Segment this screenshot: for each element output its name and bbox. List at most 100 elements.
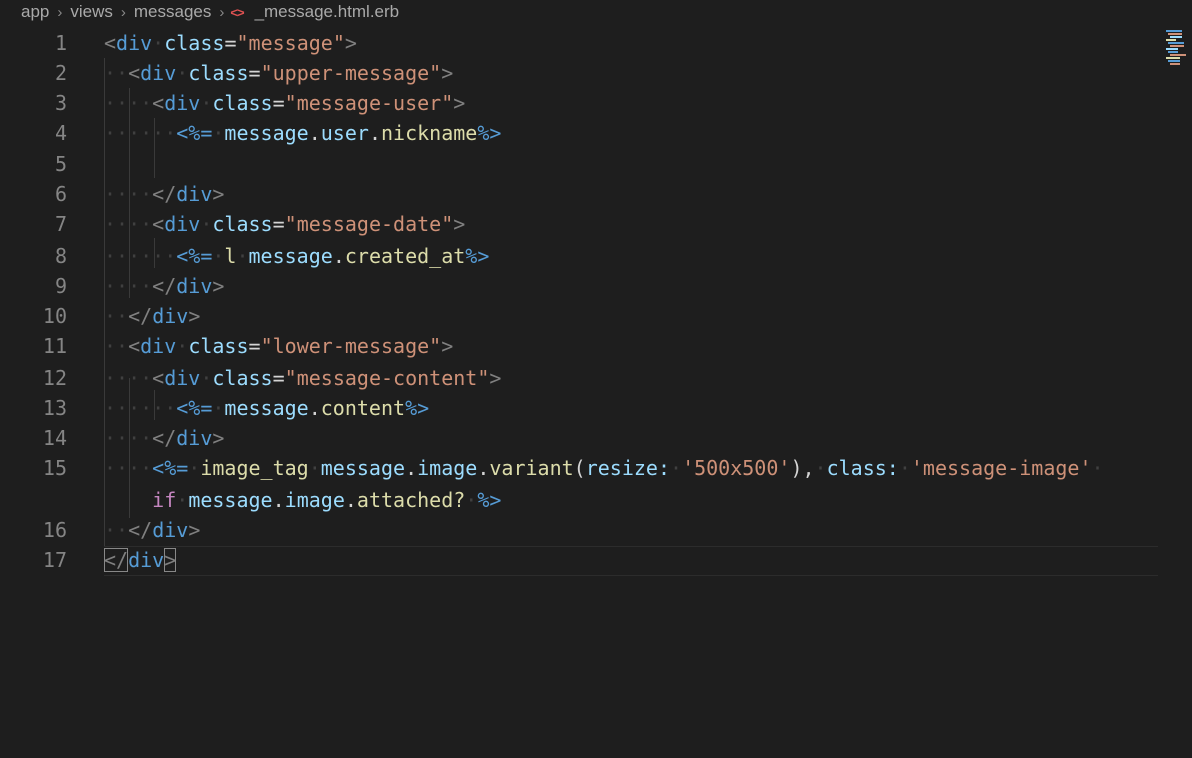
breadcrumb-item-app[interactable]: app — [0, 2, 52, 22]
minimap-line — [1170, 54, 1186, 56]
whitespace-marker: ······ — [104, 121, 177, 145]
code-token: > — [212, 426, 225, 450]
minimap-line — [1170, 36, 1182, 38]
code-token: > — [441, 334, 454, 358]
code-token: . — [405, 456, 418, 480]
whitespace-marker: ······ — [104, 244, 177, 268]
code-token: %> — [477, 488, 502, 512]
code-token: </ — [128, 518, 153, 542]
code-token: <%= — [176, 396, 213, 420]
code-editor[interactable]: 1 <div·class="message"> 2 ··<div·class="upp… — [0, 28, 1192, 758]
code-token: > — [212, 274, 225, 298]
code-text: ····<div·class="message-date"> — [104, 209, 465, 239]
whitespace-marker: ···· — [104, 366, 153, 390]
whitespace-marker: · — [200, 366, 213, 390]
code-text: <div·class="message"> — [104, 28, 357, 58]
line-number: 16 — [42, 518, 67, 542]
breadcrumb: app › views › messages › <> _message.htm… — [0, 0, 1192, 24]
code-token: = — [248, 334, 261, 358]
code-token: message — [320, 456, 406, 480]
code-token: "message" — [236, 31, 345, 55]
line-number: 4 — [54, 121, 67, 145]
code-token: div — [176, 274, 213, 298]
code-token: div — [128, 548, 165, 572]
line-number: 6 — [54, 182, 67, 206]
code-token: image — [284, 488, 345, 512]
minimap-line — [1168, 33, 1182, 35]
code-token: </ — [128, 304, 153, 328]
line-number: 8 — [54, 244, 67, 268]
minimap-line — [1170, 45, 1184, 47]
code-token: image — [417, 456, 478, 480]
code-token: . — [477, 456, 490, 480]
code-token: <%= — [152, 456, 189, 480]
code-token: = — [272, 91, 285, 115]
code-token: nickname — [380, 121, 478, 145]
whitespace-marker: ···· — [104, 456, 153, 480]
whitespace-marker: ·· — [104, 304, 129, 328]
whitespace-marker: ···· — [104, 212, 153, 236]
code-token: div — [140, 334, 177, 358]
code-token: ( — [573, 456, 586, 480]
line-number: 12 — [42, 366, 67, 390]
code-token: > — [441, 61, 454, 85]
code-token: user — [320, 121, 369, 145]
whitespace-marker: ···· — [104, 426, 153, 450]
code-token: 'message-image' — [910, 456, 1092, 480]
line-number: 14 — [42, 426, 67, 450]
code-text: </div> — [104, 545, 177, 575]
whitespace-marker: · — [212, 396, 225, 420]
code-token: resize: — [585, 456, 671, 480]
code-token: div — [164, 91, 201, 115]
code-token: < — [152, 366, 165, 390]
breadcrumb-item-file[interactable]: _message.html.erb — [252, 2, 403, 22]
whitespace-marker: ···· — [104, 91, 153, 115]
whitespace-marker: · — [898, 456, 911, 480]
breadcrumb-item-messages[interactable]: messages — [131, 2, 214, 22]
html-file-icon: <> — [230, 4, 244, 20]
code-token: div — [116, 31, 153, 55]
code-token: div — [152, 304, 189, 328]
code-token: div — [164, 366, 201, 390]
code-token: message — [224, 121, 309, 145]
code-token: </ — [152, 426, 177, 450]
code-text: ··<div·class="lower-message"> — [104, 331, 453, 361]
line-number: 7 — [54, 212, 67, 236]
breadcrumb-item-views[interactable]: views — [67, 2, 116, 22]
code-token: class: — [826, 456, 899, 480]
whitespace-marker: ···· — [104, 274, 153, 298]
line-number: 15 — [42, 456, 67, 480]
minimap-line — [1170, 63, 1180, 65]
code-text: ····<div·class="message-content"> — [104, 363, 501, 393]
line-number: 10 — [42, 304, 67, 328]
code-token: > — [489, 366, 502, 390]
code-text: ··</div> — [104, 301, 200, 331]
line-number: 13 — [42, 396, 67, 420]
whitespace-marker: · — [308, 456, 321, 480]
minimap[interactable] — [1166, 30, 1192, 65]
code-text: ····</div> — [104, 271, 224, 301]
whitespace-marker: · — [176, 61, 189, 85]
code-token: . — [368, 121, 381, 145]
code-token: class — [188, 61, 249, 85]
code-token: "message-content" — [284, 366, 490, 390]
code-token: . — [332, 244, 345, 268]
whitespace-marker: · — [188, 456, 201, 480]
whitespace-marker: · — [814, 456, 827, 480]
code-token: message — [248, 244, 333, 268]
code-token: </ — [152, 274, 177, 298]
code-token: > — [344, 31, 357, 55]
code-token: <%= — [176, 121, 213, 145]
current-line-highlight — [104, 546, 1158, 576]
chevron-right-icon: › — [219, 3, 225, 21]
code-token: %> — [465, 244, 490, 268]
code-token: <%= — [176, 244, 213, 268]
code-token: '500x500' — [682, 456, 791, 480]
whitespace-marker: · — [1091, 456, 1104, 480]
whitespace-marker: ·· — [104, 61, 129, 85]
code-token: > — [188, 304, 201, 328]
whitespace-marker — [104, 488, 152, 512]
code-token: < — [128, 61, 141, 85]
line-number: 5 — [54, 152, 67, 176]
code-token: attached? — [356, 488, 466, 512]
